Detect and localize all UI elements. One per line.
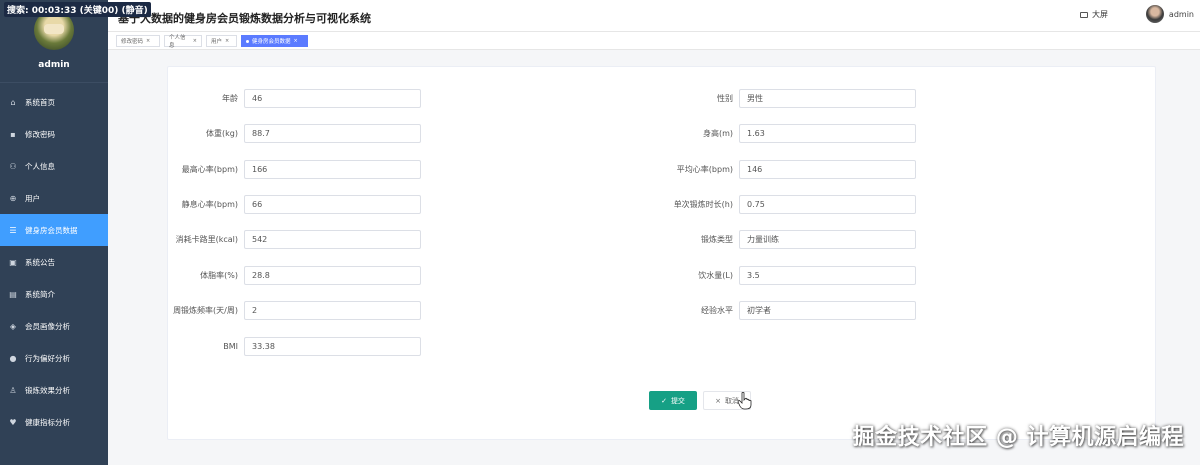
sidebar-item[interactable]: ♥ 健康指标分析 — [0, 406, 108, 438]
sidebar-item-label: 会员画像分析 — [25, 321, 70, 331]
page-title: 基于大数据的健身房会员锻炼数据分析与可视化系统 — [118, 12, 371, 25]
tab-tag[interactable]: 健身房会员数据 × — [241, 35, 308, 47]
form-field: 单次锻炼时长(h) — [168, 194, 916, 214]
sidebar-item[interactable]: ☰ 健身房会员数据 — [0, 214, 108, 246]
tab-tag[interactable]: 修改密码 × — [116, 35, 160, 47]
sidebar-username: admin — [38, 60, 70, 70]
form-field: 平均心率(bpm) — [168, 159, 916, 179]
tab-tag[interactable]: 用户 × — [206, 35, 237, 47]
sidebar-item[interactable]: ⌂ 系统首页 — [0, 86, 108, 118]
person-icon: ♙ — [9, 385, 17, 395]
tab-close-icon[interactable]: × — [294, 38, 298, 44]
submit-label: 提交 — [670, 396, 685, 405]
user-name: admin — [1168, 9, 1194, 19]
sidebar-item-label: 行为偏好分析 — [25, 353, 70, 363]
field-input[interactable] — [739, 123, 916, 143]
chart-icon: ◈ — [9, 321, 17, 331]
field-input[interactable] — [739, 300, 916, 320]
sidebar-item-label: 用户 — [25, 193, 40, 203]
sidebar-item[interactable]: ⊕ 用户 — [0, 182, 108, 214]
heart-icon: ♥ — [9, 417, 17, 427]
sidebar-item-label: 锻炼效果分析 — [25, 385, 70, 395]
watermark: 掘金技术社区 @ 计算机源启编程 — [852, 425, 1184, 450]
sidebar-item[interactable]: ▪ 修改密码 — [0, 118, 108, 150]
document-icon: ▤ — [9, 289, 17, 299]
lock-icon: ▪ — [10, 129, 16, 139]
form-field: 饮水量(L) — [168, 265, 916, 285]
sidebar-item[interactable]: ▤ 系统简介 — [0, 278, 108, 310]
globe-icon: ⊕ — [9, 193, 17, 203]
field-label: 平均心率(bpm) — [676, 164, 733, 174]
field-input[interactable] — [739, 194, 916, 214]
field-input[interactable] — [739, 159, 916, 179]
form-field: BMI — [168, 336, 421, 356]
field-label: 锻炼类型 — [701, 234, 733, 244]
form-field: 经验水平 — [168, 300, 916, 320]
sidebar-item-label: 健身房会员数据 — [25, 225, 78, 235]
tab-close-icon[interactable]: × — [193, 38, 197, 44]
user-avatar — [1145, 5, 1164, 23]
sidebar-item-label: 系统首页 — [25, 97, 55, 107]
recording-overlay: 搜索: 00:03:33 (关键00) (静音) — [4, 2, 151, 17]
active-dot-icon — [246, 39, 249, 43]
big-screen-button[interactable]: 大屏 — [1080, 9, 1108, 20]
sidebar: admin ⌂ 系统首页 ▪ 修改密码 ⚇ 个人信息 ⊕ 用户 ☰ 健身房会员数据 ▣ 系统公告 ▤ 系统… — [0, 0, 108, 465]
list-icon: ☰ — [9, 225, 17, 235]
big-screen-label: 大屏 — [1092, 10, 1108, 19]
field-label: BMI — [223, 341, 238, 351]
tab-tag-label: 健身房会员数据 — [252, 39, 291, 45]
tab-tag-label: 用户 — [211, 39, 223, 45]
user-icon: ⚇ — [9, 161, 17, 171]
tab-tag[interactable]: 个人信息 × — [164, 35, 202, 49]
form-field: 身高(m) — [168, 123, 916, 143]
sidebar-item[interactable]: ◈ 会员画像分析 — [0, 310, 108, 342]
tab-close-icon[interactable]: × — [146, 38, 150, 44]
cancel-label: 取消 — [724, 396, 739, 405]
field-label: 性别 — [717, 93, 733, 103]
close-icon: × — [715, 396, 721, 405]
notice-icon: ▣ — [9, 257, 17, 267]
location-icon: ● — [9, 353, 17, 363]
tab-tag-label: 修改密码 — [121, 39, 144, 45]
field-input[interactable] — [739, 88, 916, 108]
field-input[interactable] — [244, 336, 421, 356]
form-field: 锻炼类型 — [168, 229, 916, 249]
field-input[interactable] — [739, 229, 916, 249]
sidebar-item[interactable]: ⚇ 个人信息 — [0, 150, 108, 182]
hand-cursor-icon — [738, 392, 752, 410]
tab-close-icon[interactable]: × — [225, 38, 229, 44]
sidebar-item-label: 系统简介 — [25, 289, 55, 299]
field-label: 身高(m) — [702, 128, 733, 138]
tab-tag-label: 个人信息 — [169, 35, 186, 49]
submit-button[interactable]: ✓ 提交 — [649, 391, 697, 410]
top-bar: 基于大数据的健身房会员锻炼数据分析与可视化系统 大屏 admin — [108, 0, 1200, 32]
sidebar-item[interactable]: ▣ 系统公告 — [0, 246, 108, 278]
field-label: 单次锻炼时长(h) — [673, 199, 733, 209]
home-icon: ⌂ — [10, 97, 16, 107]
form-field: 性别 — [168, 88, 916, 108]
field-label: 饮水量(L) — [698, 270, 733, 280]
user-menu[interactable]: admin — [1145, 5, 1194, 23]
sidebar-item[interactable]: ♙ 锻炼效果分析 — [0, 374, 108, 406]
field-input[interactable] — [739, 265, 916, 285]
sidebar-item-label: 个人信息 — [25, 161, 55, 171]
sidebar-item[interactable]: ● 行为偏好分析 — [0, 342, 108, 374]
form-panel: ✓ 提交 × 取消 年龄体重(kg)最高心率(bpm)静息心率(bpm)消耗卡路… — [167, 66, 1156, 440]
sidebar-menu: ⌂ 系统首页 ▪ 修改密码 ⚇ 个人信息 ⊕ 用户 ☰ 健身房会员数据 ▣ 系统公告 ▤ 系统简介 ◈ 会员画… — [0, 86, 108, 438]
tags-bar: 修改密码 × 个人信息 × 用户 × 健身房会员数据 × — [108, 32, 1200, 50]
field-label: 经验水平 — [701, 305, 733, 315]
check-icon: ✓ — [661, 396, 667, 405]
sidebar-item-label: 修改密码 — [25, 129, 55, 139]
monitor-icon — [1080, 11, 1088, 18]
sidebar-item-label: 健康指标分析 — [25, 417, 70, 427]
sidebar-item-label: 系统公告 — [25, 257, 55, 267]
